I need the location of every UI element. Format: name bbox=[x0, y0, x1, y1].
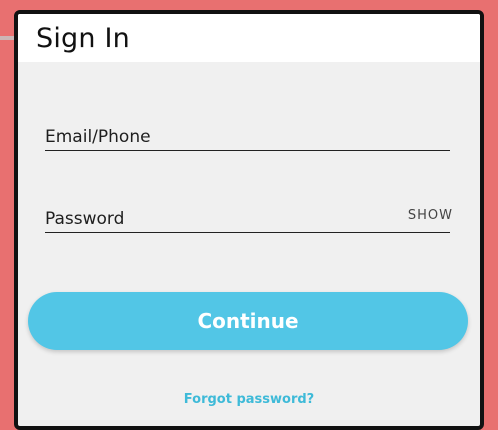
sign-in-dialog: Sign In Email/Phone Password SHOW Contin… bbox=[14, 10, 484, 430]
show-password-toggle[interactable]: SHOW bbox=[408, 208, 453, 223]
continue-button[interactable]: Continue bbox=[28, 292, 468, 350]
email-field-label: Email/Phone bbox=[45, 127, 151, 147]
forgot-password-link[interactable]: Forgot password? bbox=[18, 392, 480, 407]
password-field[interactable]: Password SHOW bbox=[45, 200, 453, 233]
dialog-header: Sign In bbox=[18, 14, 480, 62]
page-title: Sign In bbox=[36, 22, 130, 54]
email-field[interactable]: Email/Phone bbox=[45, 118, 450, 151]
password-field-label: Password bbox=[45, 209, 125, 229]
